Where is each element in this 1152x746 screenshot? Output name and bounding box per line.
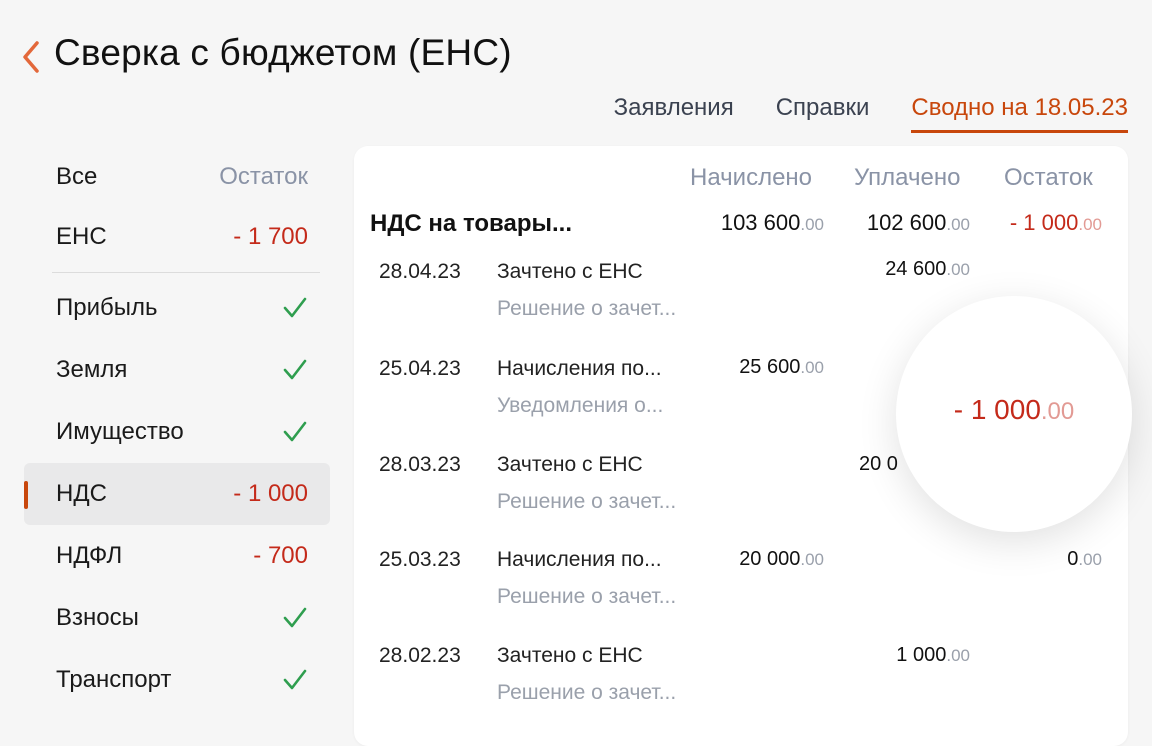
sidebar-divider	[52, 272, 320, 273]
row-accrued: 20 000.00	[739, 548, 824, 570]
row-paid: 1 000.00	[896, 644, 970, 666]
check-icon	[283, 421, 307, 442]
check-icon	[283, 297, 307, 318]
column-header-balance: Остаток	[1004, 164, 1093, 191]
tab-certificates[interactable]: Справки	[776, 94, 870, 130]
row-paid: 20 0	[859, 453, 898, 475]
row-date: 25.03.23	[379, 548, 461, 571]
sidebar-item-value: - 1 700	[233, 223, 308, 250]
back-chevron-icon[interactable]	[20, 40, 44, 74]
row-title[interactable]: Начисления по...	[497, 548, 662, 572]
sidebar-item-ndfl[interactable]: НДФЛ - 700	[24, 525, 330, 587]
row-subtitle[interactable]: Решение о зачет...	[497, 297, 676, 321]
sidebar-item-label: НДС	[56, 480, 107, 507]
row-paid: 24 600.00	[885, 258, 970, 280]
row-balance: 0.00	[1067, 548, 1102, 570]
sidebar-header: Все Остаток	[24, 148, 330, 206]
sidebar-item-label: Имущество	[56, 418, 184, 445]
summary-title[interactable]: НДС на товары...	[370, 210, 572, 238]
row-subtitle[interactable]: Решение о зачет...	[497, 681, 676, 705]
summary-accrued: 103 600.00	[720, 210, 824, 235]
sidebar-header-all[interactable]: Все	[56, 163, 97, 191]
sidebar-item-transport[interactable]: Транспорт	[24, 649, 330, 711]
magnifier-value: - 1 000.00	[953, 394, 1075, 425]
tax-sidebar: Все Остаток ЕНС - 1 700 Прибыль Земля Им…	[24, 148, 330, 711]
row-date: 28.02.23	[379, 644, 461, 667]
column-header-paid: Уплачено	[854, 164, 961, 191]
check-icon	[283, 607, 307, 628]
sidebar-item-ens[interactable]: ЕНС - 1 700	[24, 206, 330, 268]
row-date: 25.04.23	[379, 357, 461, 380]
row-date: 28.04.23	[379, 260, 461, 283]
page-header: Сверка с бюджетом (ЕНС)	[0, 0, 1152, 100]
sidebar-item-label: Прибыль	[56, 294, 158, 321]
sidebar-item-value: - 1 000	[233, 480, 308, 507]
sidebar-item-label: Земля	[56, 356, 128, 383]
sidebar-item-label: Транспорт	[56, 666, 172, 693]
summary-paid: 102 600.00	[866, 210, 970, 235]
row-title[interactable]: Зачтено с ЕНС	[497, 644, 643, 668]
row-title[interactable]: Зачтено с ЕНС	[497, 453, 643, 477]
sidebar-item-land[interactable]: Земля	[24, 339, 330, 401]
row-accrued: 25 600.00	[739, 356, 824, 378]
sidebar-item-contributions[interactable]: Взносы	[24, 587, 330, 649]
sidebar-item-value: - 700	[253, 542, 308, 569]
sidebar-item-profit[interactable]: Прибыль	[24, 277, 330, 339]
row-title[interactable]: Зачтено с ЕНС	[497, 260, 643, 284]
row-subtitle[interactable]: Решение о зачет...	[497, 490, 676, 514]
sidebar-item-label: НДФЛ	[56, 542, 123, 569]
sidebar-item-property[interactable]: Имущество	[24, 401, 330, 463]
sidebar-item-label: Взносы	[56, 604, 139, 631]
row-subtitle[interactable]: Уведомления о...	[497, 394, 663, 418]
tab-summary[interactable]: Сводно на 18.05.23	[911, 94, 1128, 133]
sidebar-item-vat[interactable]: НДС - 1 000	[24, 463, 330, 525]
summary-balance: - 1 000.00	[1009, 210, 1102, 235]
check-icon	[283, 359, 307, 380]
page-title: Сверка с бюджетом (ЕНС)	[54, 32, 512, 73]
row-subtitle[interactable]: Решение о зачет...	[497, 585, 676, 609]
check-icon	[283, 669, 307, 690]
sidebar-header-balance: Остаток	[219, 163, 308, 190]
row-date: 28.03.23	[379, 453, 461, 476]
tab-bar: Заявления Справки Сводно на 18.05.23	[572, 94, 1128, 133]
row-title[interactable]: Начисления по...	[497, 357, 662, 381]
tab-statements[interactable]: Заявления	[614, 94, 734, 130]
balance-magnifier: - 1 000.00	[896, 296, 1132, 532]
column-header-accrued: Начислено	[690, 164, 813, 191]
sidebar-item-label: ЕНС	[56, 223, 107, 250]
